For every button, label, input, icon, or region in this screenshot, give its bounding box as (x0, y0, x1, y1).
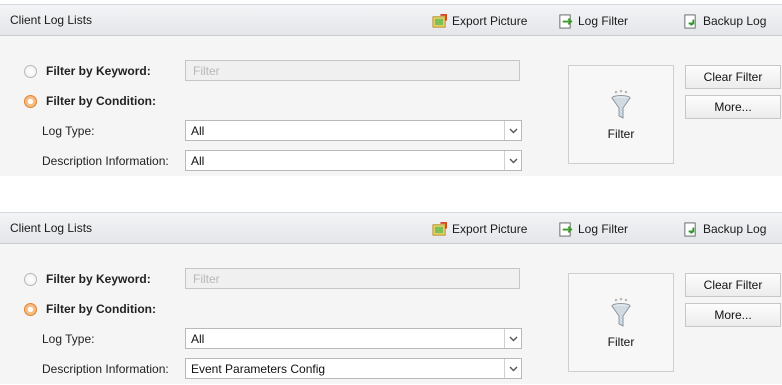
keyword-filter-option[interactable]: Filter by Keyword: (24, 64, 151, 78)
keyword-radio-label: Filter by Keyword: (46, 64, 151, 78)
description-value: Event Parameters Config (191, 361, 326, 376)
picture-export-icon (432, 221, 447, 236)
picture-export-icon (432, 13, 447, 28)
clear-filter-button[interactable]: Clear Filter (685, 65, 781, 89)
condition-filter-option[interactable]: Filter by Condition: (24, 94, 156, 108)
condition-radio-label: Filter by Condition: (46, 94, 156, 108)
log-filter-label: Log Filter (578, 222, 629, 236)
export-picture-label: Export Picture (452, 14, 528, 28)
filter-button[interactable]: Filter (568, 65, 674, 164)
filter-button-label: Filter (607, 126, 635, 141)
log-type-value: All (191, 123, 205, 138)
chevron-down-icon[interactable] (504, 329, 521, 348)
filter-button[interactable]: Filter (568, 273, 674, 372)
panel-header: Client Log Lists Export Picture Log Filt… (0, 212, 782, 244)
keyword-radio[interactable] (24, 64, 37, 78)
export-picture-button[interactable]: Export Picture (432, 11, 527, 31)
keyword-filter-option[interactable]: Filter by Keyword: (24, 272, 151, 286)
description-label: Description Information: (42, 154, 169, 168)
client-log-panel-1: Client Log Lists Export Picture Log Filt… (0, 4, 782, 176)
backup-log-icon (684, 221, 696, 237)
chevron-down-icon[interactable] (504, 121, 521, 140)
backup-log-label: Backup Log (703, 222, 767, 236)
description-label: Description Information: (42, 362, 169, 376)
funnel-icon (611, 297, 631, 327)
more-button[interactable]: More... (685, 303, 781, 327)
panel-title: Client Log Lists (10, 13, 93, 27)
filter-area: Filter by Keyword: Filter by Condition: … (0, 36, 782, 176)
log-type-select[interactable]: All (185, 120, 522, 141)
more-button[interactable]: More... (685, 95, 781, 119)
condition-radio[interactable] (24, 302, 37, 316)
log-filter-icon (559, 221, 573, 237)
funnel-icon (611, 89, 631, 119)
chevron-down-icon[interactable] (504, 359, 521, 378)
client-log-panel-2: Client Log Lists Export Picture Log Filt… (0, 212, 782, 384)
keyword-input[interactable] (185, 60, 520, 81)
keyword-radio[interactable] (24, 272, 37, 286)
filter-button-label: Filter (607, 334, 635, 349)
keyword-input[interactable] (185, 268, 520, 289)
backup-log-icon (684, 13, 696, 29)
chevron-down-icon[interactable] (504, 151, 521, 170)
log-filter-button[interactable]: Log Filter (558, 11, 628, 31)
backup-log-button[interactable]: Backup Log (683, 219, 766, 239)
condition-filter-option[interactable]: Filter by Condition: (24, 302, 156, 316)
panel-title: Client Log Lists (10, 221, 93, 235)
description-select[interactable]: All (185, 150, 522, 171)
description-value: All (191, 153, 205, 168)
log-filter-label: Log Filter (578, 14, 629, 28)
log-type-label: Log Type: (42, 124, 95, 138)
condition-radio-label: Filter by Condition: (46, 302, 156, 316)
export-picture-button[interactable]: Export Picture (432, 219, 527, 239)
condition-radio[interactable] (24, 94, 37, 108)
filter-area: Filter by Keyword: Filter by Condition: … (0, 244, 782, 384)
panel-header: Client Log Lists Export Picture Log Filt… (0, 4, 782, 36)
keyword-radio-label: Filter by Keyword: (46, 272, 151, 286)
clear-filter-button[interactable]: Clear Filter (685, 273, 781, 297)
log-filter-icon (559, 13, 573, 29)
log-type-label: Log Type: (42, 332, 95, 346)
log-type-value: All (191, 331, 205, 346)
description-select[interactable]: Event Parameters Config (185, 358, 522, 379)
log-type-select[interactable]: All (185, 328, 522, 349)
export-picture-label: Export Picture (452, 222, 528, 236)
backup-log-label: Backup Log (703, 14, 767, 28)
backup-log-button[interactable]: Backup Log (683, 11, 766, 31)
log-filter-button[interactable]: Log Filter (558, 219, 628, 239)
